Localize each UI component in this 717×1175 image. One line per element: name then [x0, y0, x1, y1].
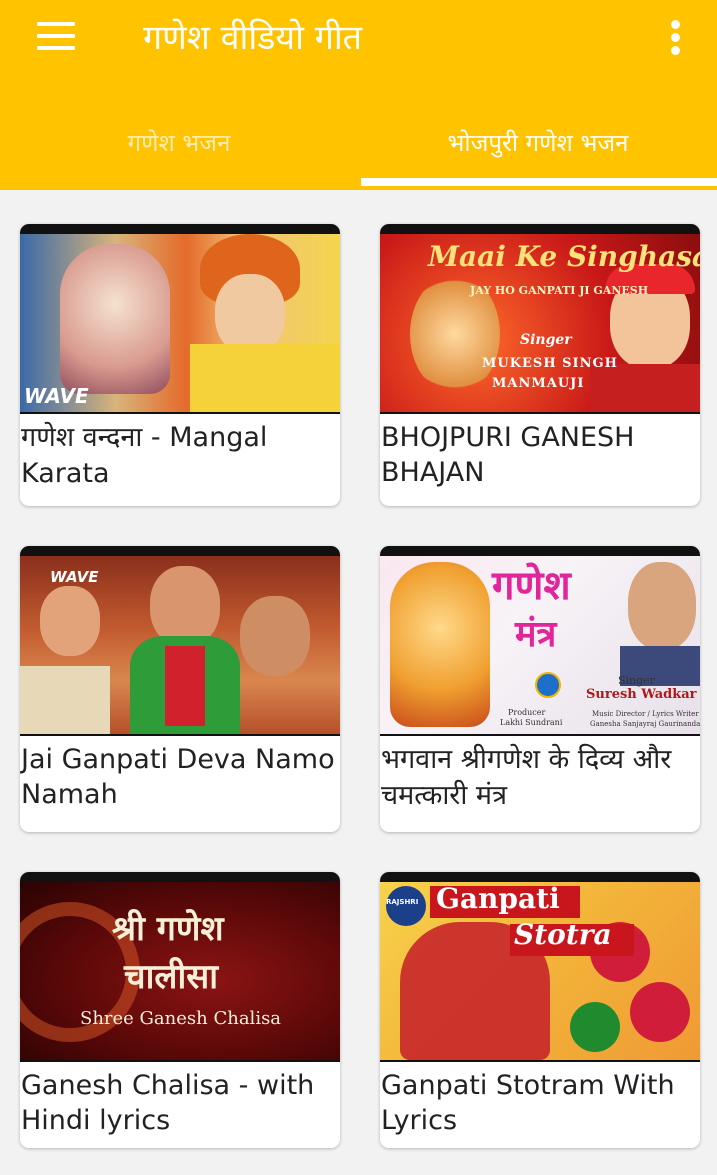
video-thumbnail: WAVE: [20, 224, 340, 414]
more-options-icon[interactable]: [666, 20, 686, 56]
video-title: गणेश वन्दना - Mangal Karata: [21, 422, 268, 489]
video-card[interactable]: श्री गणेश चालीसा Shree Ganesh Chalisa Ga…: [20, 872, 340, 1148]
thumb-subtitle: JAY HO GANPATI JI GANESH: [470, 284, 649, 297]
thumb-title: श्री गणेश: [112, 909, 224, 949]
thumb-singer-name: Suresh Wadkar: [586, 687, 697, 702]
video-title: Jai Ganpati Deva Namo Namah: [21, 744, 335, 810]
video-thumbnail: RAJSHRI Ganpati Stotra: [380, 872, 700, 1062]
thumb-music-director-label: Music Director / Lyrics Writer: [592, 710, 699, 718]
video-title: BHOJPURI GANESH BHAJAN: [381, 422, 635, 488]
thumb-music-director-name: Ganesha Sanjayraj Gaurinandan: [590, 720, 700, 728]
video-card[interactable]: RAJSHRI Ganpati Stotra Ganpati Stotram W…: [380, 872, 700, 1148]
tab-bhojpuri-ganesh-bhajan[interactable]: भोजपुरी गणेश भजन: [359, 120, 717, 170]
thumb-producer-name: Lakhi Sundrani: [500, 718, 563, 727]
app-title: गणेश वीडियो गीत: [143, 18, 363, 58]
hamburger-menu-icon[interactable]: [37, 22, 75, 52]
video-thumbnail: WAVE: [20, 546, 340, 736]
selected-tab-indicator: [361, 178, 717, 186]
video-title: Ganesh Chalisa - with Hindi lyrics: [21, 1070, 315, 1136]
video-thumbnail: गणेश मंत्र Singer Suresh Wadkar Producer…: [380, 546, 700, 736]
thumb-producer-label: Producer: [508, 708, 546, 717]
thumb-singer-name-2: MANMAUJI: [492, 376, 585, 391]
wave-logo: WAVE: [24, 384, 89, 408]
rajshri-logo: RAJSHRI: [386, 898, 419, 906]
video-title: Ganpati Stotram With Lyrics: [381, 1070, 675, 1136]
video-thumbnail: Maai Ke Singhasan JAY HO GANPATI JI GANE…: [380, 224, 700, 414]
video-thumbnail: श्री गणेश चालीसा Shree Ganesh Chalisa: [20, 872, 340, 1062]
tab-ganesh-bhajan[interactable]: गणेश भजन: [0, 120, 358, 170]
thumb-caption: Shree Ganesh Chalisa: [80, 1008, 282, 1029]
thumb-title: Maai Ke Singhasan: [428, 240, 700, 273]
wave-logo: WAVE: [50, 568, 99, 586]
thumb-subtitle: चालीसा: [124, 957, 219, 997]
thumb-subtitle: Stotra: [514, 918, 612, 951]
thumb-subtitle: मंत्र: [515, 614, 557, 655]
thumb-singer-label: Singer: [520, 332, 572, 348]
thumb-title: गणेश: [492, 563, 571, 609]
video-card[interactable]: WAVE Jai Ganpati Deva Namo Namah: [20, 546, 340, 832]
video-title: भगवान श्रीगणेश के दिव्य और चमत्कारी मंत्…: [381, 744, 672, 811]
video-card[interactable]: WAVE गणेश वन्दना - Mangal Karata: [20, 224, 340, 506]
thumb-title: Ganpati: [436, 882, 560, 915]
video-card[interactable]: Maai Ke Singhasan JAY HO GANPATI JI GANE…: [380, 224, 700, 506]
thumb-singer-name: MUKESH SINGH: [482, 356, 618, 371]
thumb-singer-label: Singer: [618, 674, 655, 687]
video-card[interactable]: गणेश मंत्र Singer Suresh Wadkar Producer…: [380, 546, 700, 832]
app-bar: गणेश वीडियो गीत गणेश भजन भोजपुरी गणेश भज…: [0, 0, 717, 190]
